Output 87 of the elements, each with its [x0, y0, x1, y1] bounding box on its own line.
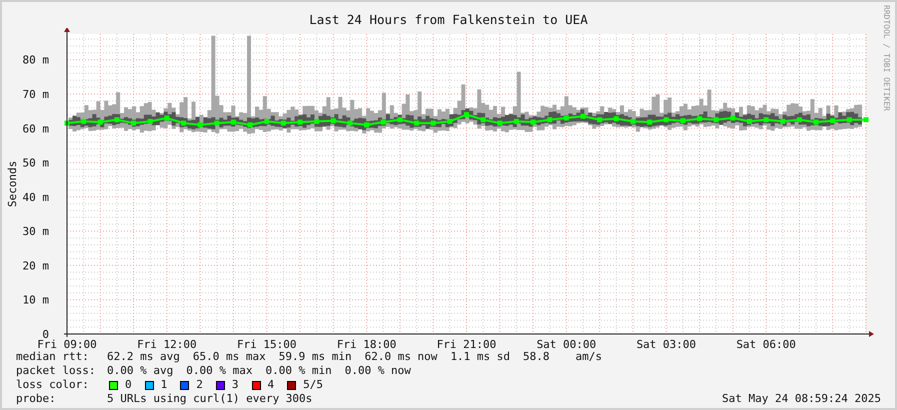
point [98, 120, 103, 125]
y-tick-label: 30 m [22, 225, 49, 238]
point [347, 120, 352, 126]
legend-value: 3 [232, 378, 238, 392]
legend-value: 65.0 ms max [192, 350, 266, 364]
point [464, 112, 469, 118]
point [364, 122, 370, 128]
y-axis-title: Seconds [6, 160, 19, 208]
legend-value: 62.2 ms avg [107, 350, 180, 364]
x-tick-label: Fri 12:00 [137, 338, 197, 350]
x-tick-label: Fri 21:00 [436, 338, 496, 350]
legend-label: loss color: [16, 378, 90, 392]
point [447, 118, 452, 124]
point [764, 117, 769, 122]
point [248, 122, 253, 128]
point [81, 118, 86, 124]
legend-label: median rtt: [16, 350, 90, 364]
legend-value: 5 URLs using curl(1) every 300s [107, 392, 312, 406]
point [114, 117, 120, 122]
point [264, 118, 270, 124]
point [697, 116, 702, 122]
legend-value: 1.1 ms sd [450, 350, 510, 364]
credit-text: RRDTOOL / TOBI OETIKER [882, 5, 891, 111]
y-tick-label: 60 m [22, 122, 49, 136]
point [131, 120, 136, 127]
point [614, 116, 619, 122]
y-tick-label: 70 m [22, 88, 49, 101]
point [530, 120, 536, 125]
point [647, 120, 652, 125]
legend-value: 5/5 [303, 378, 323, 392]
point [480, 117, 486, 122]
point [280, 120, 286, 126]
legend-value: am/s [576, 350, 602, 364]
legend-value: 0 [125, 378, 132, 392]
legend-value: 4 [268, 378, 274, 392]
legend-value: 0.00 % max [186, 364, 252, 378]
point [514, 118, 519, 124]
point [597, 117, 602, 122]
timestamp-text: Sat May 24 08:59:24 2025 [722, 392, 881, 406]
point [148, 118, 153, 124]
point [497, 120, 502, 126]
point [198, 122, 203, 128]
point [298, 120, 303, 125]
point [181, 120, 186, 126]
point [846, 117, 852, 122]
point [330, 118, 336, 124]
x-tick-label: Fri 15:00 [236, 338, 297, 350]
legend-label: probe: [16, 392, 57, 406]
legend-value: 1 [160, 378, 168, 392]
point [414, 120, 420, 126]
x-tick-label: Sat 06:00 [736, 338, 796, 350]
chart-title: Last 24 Hours from Falkenstein to UEA [309, 13, 588, 27]
point [864, 117, 868, 122]
y-tick-label: 10 m [22, 294, 49, 307]
point [680, 118, 686, 124]
legend-label: packet loss: [16, 364, 96, 378]
point [564, 116, 569, 120]
legend-value: 0.00 % now [344, 364, 411, 378]
y-tick-label: 20 m [22, 259, 49, 272]
legend-value: 62.0 ms now [364, 350, 438, 364]
x-tick-label: Fri 09:00 [37, 338, 97, 350]
x-tick-label: Sat 03:00 [636, 338, 696, 350]
y-tick-label: 50 m [22, 156, 49, 170]
point [780, 118, 786, 124]
point [746, 118, 752, 124]
point [630, 118, 636, 124]
point [796, 117, 802, 122]
point [664, 117, 669, 122]
point [430, 120, 436, 126]
point [547, 117, 552, 122]
point [164, 116, 170, 120]
point [814, 120, 819, 125]
y-tick-label: 80 m [22, 54, 49, 67]
point [380, 120, 386, 125]
point [580, 114, 586, 119]
legend-value: 2 [196, 378, 203, 392]
point [730, 116, 736, 120]
legend-value: 59.9 ms min [278, 350, 352, 364]
x-tick-label: Fri 18:00 [336, 338, 396, 350]
y-tick-label: 40 m [22, 190, 49, 204]
legend-value: 58.8 [523, 350, 550, 364]
legend-value: 0.00 % avg [107, 364, 174, 378]
legend-value: 0.00 % min [265, 364, 332, 378]
point [714, 117, 719, 122]
y-tick-label: 0 [42, 328, 49, 341]
x-tick-label: Sat 00:00 [536, 338, 596, 350]
point [314, 118, 320, 124]
